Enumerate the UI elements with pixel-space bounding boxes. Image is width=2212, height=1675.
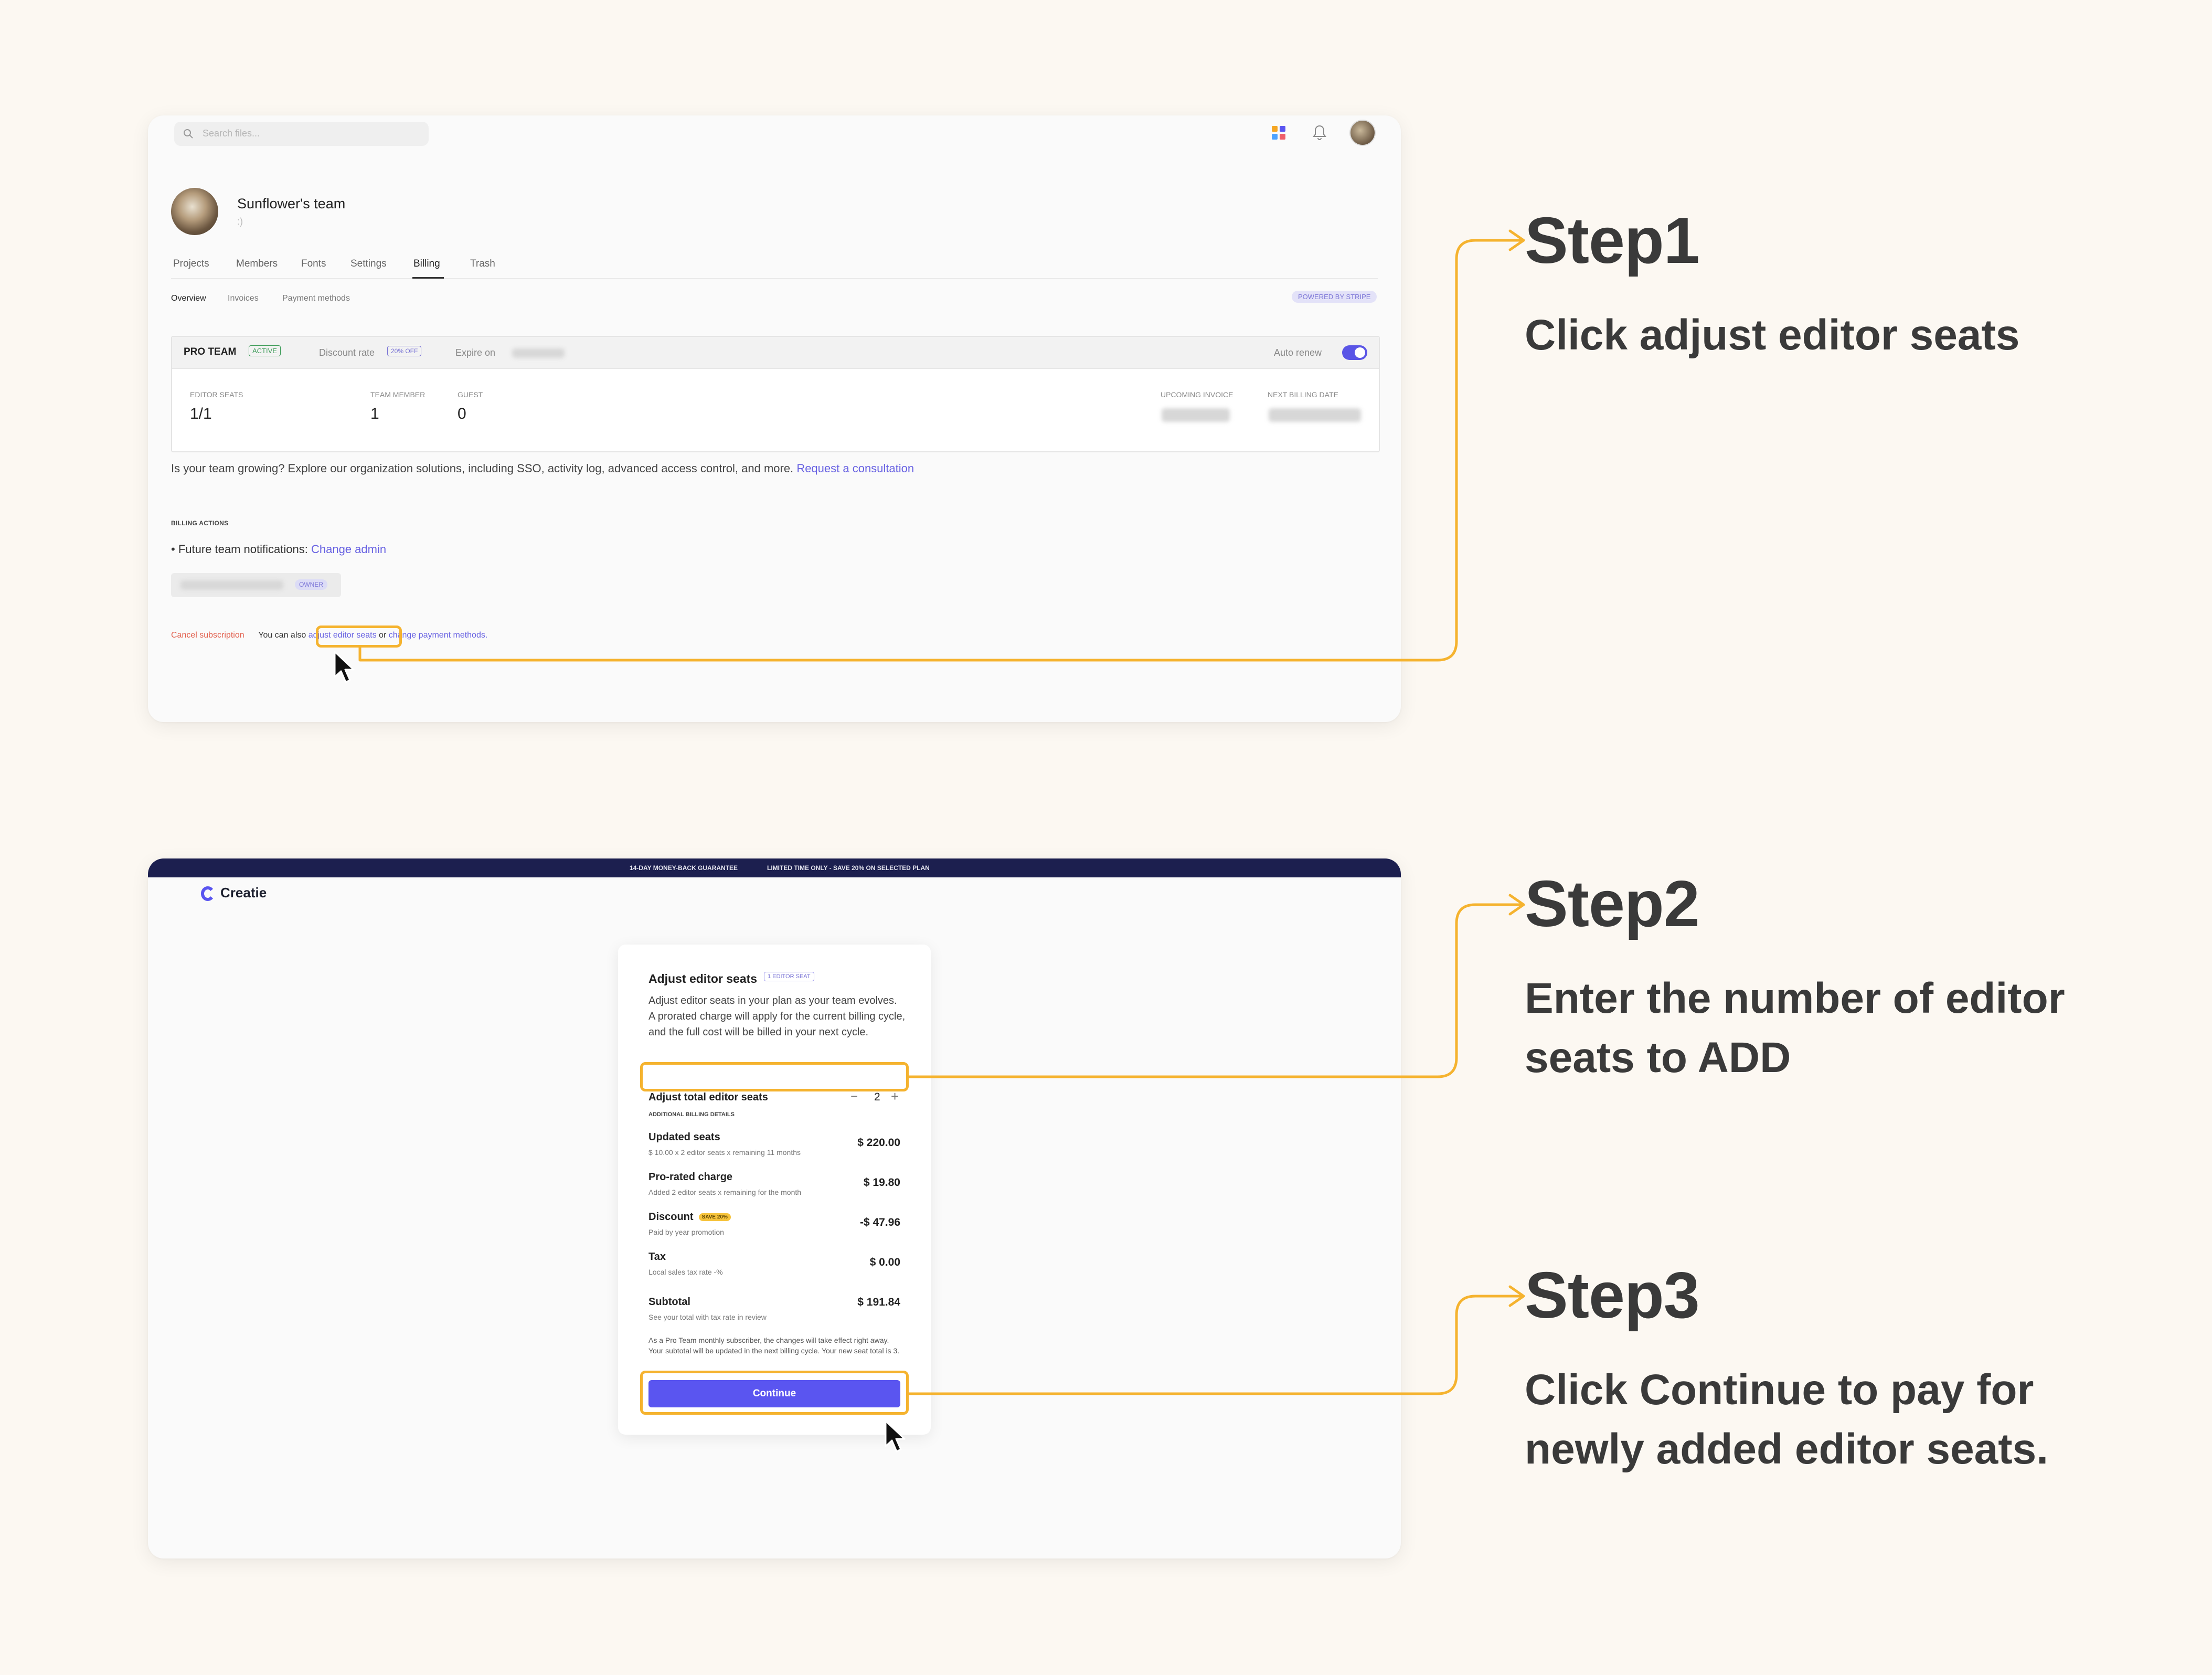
bell-icon[interactable] [1312,124,1327,142]
billing-actions-title: BILLING ACTIONS [171,520,229,527]
line-item-amount: $ 220.00 [857,1137,900,1149]
step3-title: Step3 [1525,1259,1700,1332]
expire-label: Expire on [455,347,496,358]
next-billing-date-redacted [1269,408,1361,422]
team-member-label: TEAM MEMBER [370,390,426,399]
line-item-title: Tax [648,1251,666,1263]
upcoming-invoice-label: UPCOMING INVOICE [1161,390,1233,399]
search-icon [184,129,193,139]
plan-name: PRO TEAM [184,346,237,357]
editor-seats-value: 1/1 [190,405,212,422]
bullet: • [171,543,175,556]
owner-email-row: OWNER [171,573,341,597]
request-consultation-link[interactable]: Request a consultation [796,462,914,475]
line-item-amount: $ 19.80 [863,1176,900,1189]
tab-fonts[interactable]: Fonts [301,258,326,270]
upcoming-invoice-redacted [1162,408,1230,422]
discount-title: Discount [648,1211,694,1223]
subtotal-amount: $ 191.84 [857,1296,900,1308]
mouse-cursor-icon [885,1420,906,1453]
step1-title: Step1 [1525,205,1700,277]
line-item-subtitle: Paid by year promotion [648,1228,724,1236]
line-item-amount: $ 0.00 [869,1256,900,1268]
subtab-payment-methods[interactable]: Payment methods [282,294,350,303]
banner-guarantee-text: 14-DAY MONEY-BACK GUARANTEE [630,864,738,872]
guest-value: 0 [458,405,466,422]
search-input[interactable]: Search files... [174,122,429,146]
team-name: Sunflower's team [237,196,346,211]
adjust-seats-screenshot: 14-DAY MONEY-BACK GUARANTEE LIMITED TIME… [148,858,1401,1559]
auto-renew-label: Auto renew [1274,347,1322,358]
owner-email-redacted [180,580,283,590]
tab-settings[interactable]: Settings [350,258,387,270]
plan-status-badge: ACTIVE [249,345,281,356]
step1-description: Click adjust editor seats [1525,311,2020,359]
creatie-logo-icon [201,886,213,901]
change-admin-link[interactable]: Change admin [311,543,386,556]
tabs-divider [171,278,1378,279]
line-item-subtitle: Added 2 editor seats x remaining for the… [648,1188,802,1196]
cancel-subscription-link[interactable]: Cancel subscription [171,631,244,640]
line-item-title: Updated seats [648,1131,720,1143]
also-text: You can also [258,631,306,640]
tab-trash[interactable]: Trash [470,258,495,270]
change-payment-methods-link[interactable]: change payment methods. [389,631,488,640]
step3-description: Click Continue to pay for newly added ed… [1525,1366,2048,1473]
tab-projects[interactable]: Projects [173,258,209,270]
user-avatar[interactable] [1349,120,1376,146]
modal-description: Adjust editor seats in your plan as your… [648,995,906,1038]
apps-icon[interactable] [1271,125,1286,141]
billing-details-title: ADDITIONAL BILLING DETAILS [648,1111,735,1118]
tab-members[interactable]: Members [236,258,278,270]
next-billing-date-label: NEXT BILLING DATE [1268,390,1338,399]
decrease-seats-button[interactable]: − [850,1089,858,1104]
owner-badge: OWNER [295,579,327,590]
team-growing-message: Is your team growing? Explore our organi… [171,462,914,475]
line-item-subtitle: $ 10.00 x 2 editor seats x remaining 11 … [648,1148,801,1157]
line-item-title: Pro-rated charge [648,1171,733,1183]
future-notifications-label: Future team notifications: [178,543,308,556]
subtotal-subtitle: See your total with tax rate in review [648,1313,767,1321]
adjust-seats-label: Adjust total editor seats [648,1091,768,1103]
adjust-seats-modal: Adjust editor seats 1 EDITOR SEAT Adjust… [618,945,931,1435]
line-item-title: Discount SAVE 20% [648,1211,731,1223]
subtab-overview[interactable]: Overview [171,294,206,303]
plan-card: PRO TEAM ACTIVE Discount rate 20% OFF Ex… [171,336,1380,452]
subscriber-note: As a Pro Team monthly subscriber, the ch… [648,1336,900,1355]
tab-billing[interactable]: Billing [413,258,440,270]
plan-header: PRO TEAM ACTIVE Discount rate 20% OFF Ex… [172,337,1379,369]
guest-label: GUEST [458,390,483,399]
save-badge: SAVE 20% [698,1213,731,1222]
subtotal-title: Subtotal [648,1296,690,1308]
adjust-link-highlight [316,626,402,648]
promo-banner: 14-DAY MONEY-BACK GUARANTEE LIMITED TIME… [148,858,1401,877]
line-item-subtitle: Local sales tax rate -% [648,1268,723,1276]
step2-title: Step2 [1525,868,1700,940]
continue-button-highlight [640,1371,909,1415]
line-item-amount: -$ 47.96 [859,1216,900,1228]
team-avatar [171,188,218,235]
search-placeholder: Search files... [203,128,260,139]
seat-count-input[interactable]: 2 [874,1091,880,1104]
creatie-logo-text: Creatie [220,885,267,900]
mouse-cursor-icon [334,651,355,683]
team-subtitle: :) [237,216,243,227]
expire-date-redacted [512,348,565,358]
powered-by-stripe-badge: POWERED BY STRIPE [1292,291,1377,303]
active-tab-indicator [412,277,444,279]
future-notifications-item: • Future team notifications: Change admi… [171,543,386,556]
auto-renew-toggle[interactable] [1342,345,1367,360]
subtab-invoices[interactable]: Invoices [228,294,259,303]
step2-description: Enter the number of editor seats to ADD [1525,974,2065,1082]
seat-adjuster-highlight [640,1062,909,1091]
team-growing-text: Is your team growing? Explore our organi… [171,462,794,475]
discount-badge: 20% OFF [387,346,422,356]
banner-promo-text: LIMITED TIME ONLY - SAVE 20% ON SELECTED… [767,864,930,872]
modal-title: Adjust editor seats [648,972,758,985]
editor-seat-badge: 1 EDITOR SEAT [764,972,814,981]
team-member-value: 1 [370,405,379,422]
editor-seats-label: EDITOR SEATS [190,390,243,399]
discount-label: Discount rate [319,347,375,358]
